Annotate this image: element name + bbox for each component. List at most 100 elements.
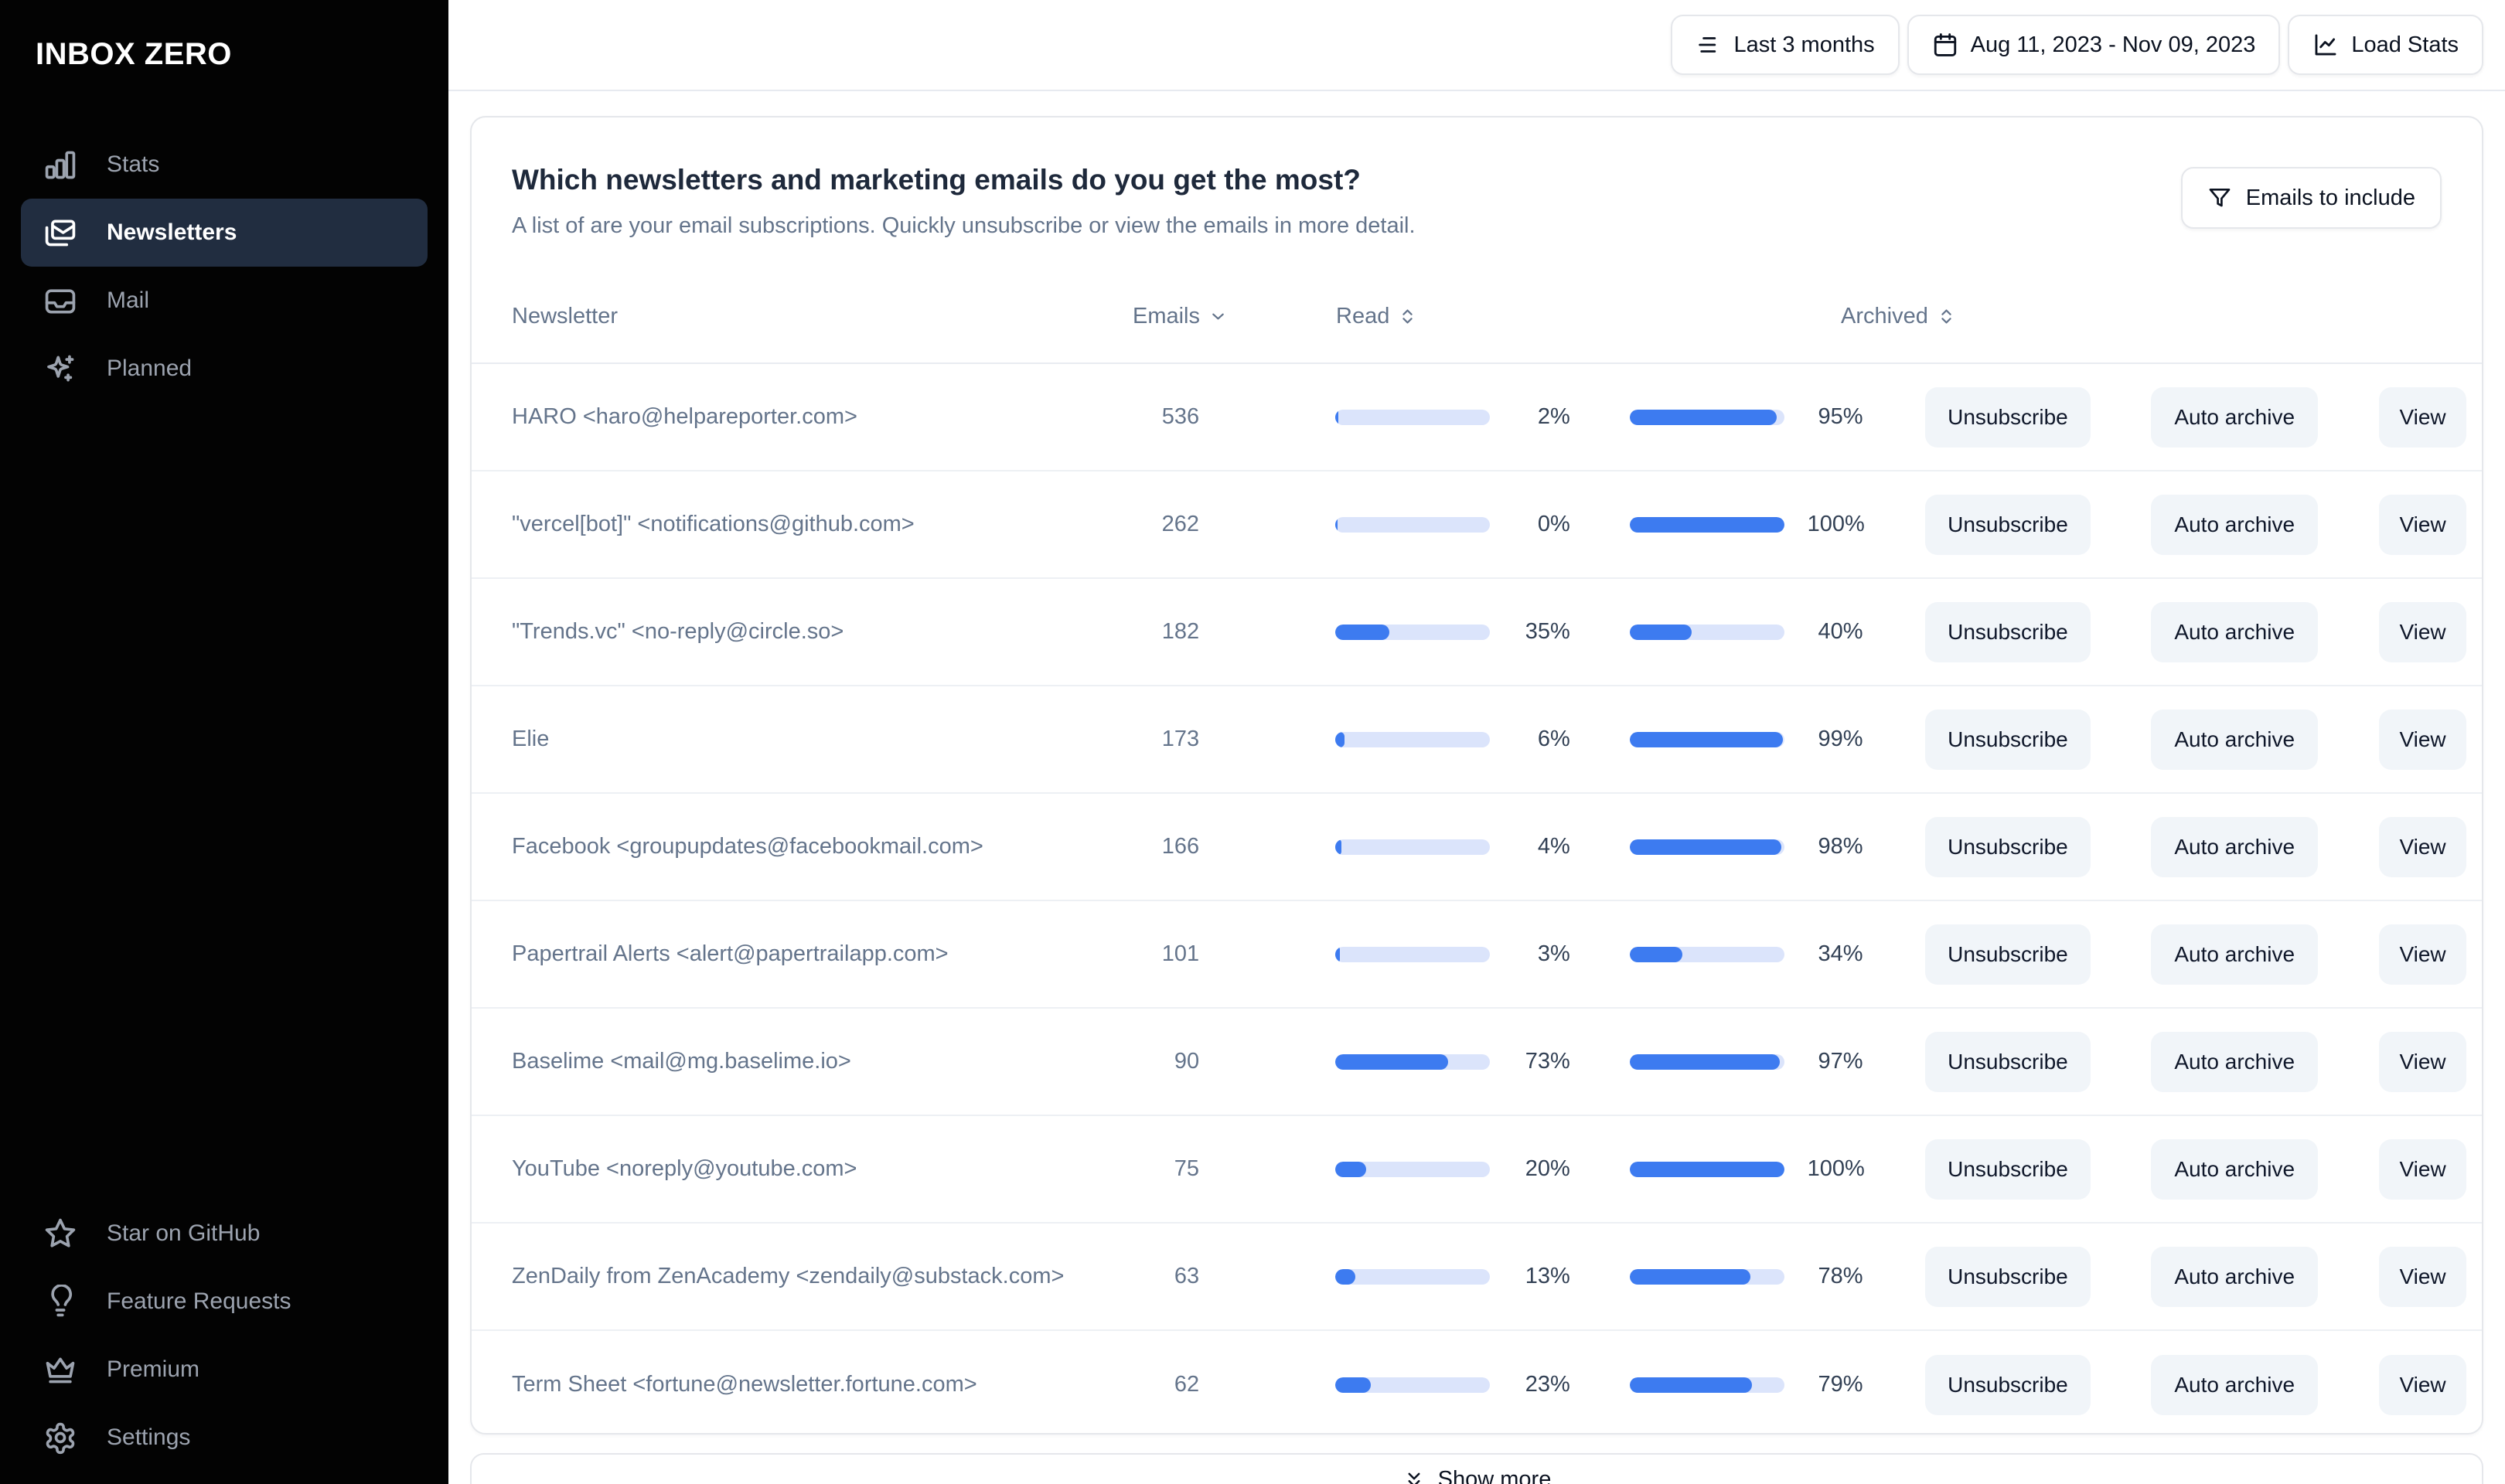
view-button[interactable]: View xyxy=(2379,1139,2467,1200)
column-header-emails[interactable]: Emails xyxy=(1133,304,1224,329)
newsletter-name: ZenDaily from ZenAcademy <zendaily@subst… xyxy=(512,1264,1065,1288)
sidebar-item-label: Premium xyxy=(107,1356,200,1382)
sidebar-item-planned[interactable]: Planned xyxy=(21,335,428,403)
read-percent: 4% xyxy=(1537,834,1570,859)
unsubscribe-button[interactable]: Unsubscribe xyxy=(1924,1246,2091,1307)
emails-to-include-label: Emails to include xyxy=(2245,185,2415,210)
archived-percent: 100% xyxy=(1807,1156,1865,1181)
unsubscribe-button[interactable]: Unsubscribe xyxy=(1924,494,2091,555)
view-button[interactable]: View xyxy=(2379,816,2466,877)
read-progress-bar xyxy=(1335,839,1490,855)
sidebar-item-feature-requests[interactable]: Feature Requests xyxy=(21,1268,428,1336)
auto-archive-button[interactable]: Auto archive xyxy=(2151,1246,2319,1307)
read-progress-bar xyxy=(1335,516,1490,533)
view-button[interactable]: View xyxy=(2379,386,2466,448)
emails-count: 75 xyxy=(1174,1156,1200,1181)
sidebar-item-newsletters[interactable]: Newsletters xyxy=(21,199,428,267)
mails-icon xyxy=(45,220,76,247)
emails-count: 536 xyxy=(1161,404,1200,429)
archived-progress-bar xyxy=(1629,1053,1784,1070)
view-button[interactable]: View xyxy=(2379,1031,2466,1092)
lightbulb-icon xyxy=(51,1285,73,1317)
read-percent: 0% xyxy=(1537,512,1570,536)
read-percent: 20% xyxy=(1525,1156,1570,1181)
archived-progress-bar xyxy=(1629,624,1784,640)
show-more-button[interactable]: Show more xyxy=(470,1453,2483,1484)
gear-icon xyxy=(46,1422,75,1455)
view-button[interactable]: View xyxy=(2379,924,2466,985)
filter-lines-icon xyxy=(1698,37,1716,53)
unsubscribe-button[interactable]: Unsubscribe xyxy=(1924,601,2091,662)
unsubscribe-button[interactable]: Unsubscribe xyxy=(1924,924,2091,985)
read-progress-bar xyxy=(1335,1268,1490,1285)
read-percent: 2% xyxy=(1537,404,1570,429)
sidebar-item-label: Star on GitHub xyxy=(107,1220,261,1246)
auto-archive-button[interactable]: Auto archive xyxy=(2151,1354,2319,1415)
view-button[interactable]: View xyxy=(2379,494,2467,555)
emails-count: 101 xyxy=(1161,941,1200,966)
sidebar-item-premium[interactable]: Premium xyxy=(21,1336,428,1404)
page-title: Which newsletters and marketing emails d… xyxy=(512,164,1361,196)
emails-count: 166 xyxy=(1161,834,1200,859)
archived-progress-bar xyxy=(1629,946,1784,962)
archived-percent: 40% xyxy=(1818,619,1863,644)
main-area: Last 3 months Aug 11, 2023 - Nov 09, 202… xyxy=(448,0,2505,1484)
auto-archive-button[interactable]: Auto archive xyxy=(2151,709,2319,770)
archived-progress-bar xyxy=(1629,409,1784,425)
table-row: ZenDaily from ZenAcademy <zendaily@subst… xyxy=(472,1224,2482,1331)
auto-archive-button[interactable]: Auto archive xyxy=(2151,601,2319,662)
sidebar-item-label: Mail xyxy=(107,288,150,313)
chevrons-down-icon xyxy=(1408,1472,1420,1484)
table-row: Baselime <mail@mg.baselime.io> 90 73% 97… xyxy=(472,1009,2482,1116)
view-button[interactable]: View xyxy=(2379,601,2466,662)
auto-archive-button[interactable]: Auto archive xyxy=(2151,816,2319,877)
sidebar-item-settings[interactable]: Settings xyxy=(21,1404,428,1472)
sidebar-item-star-on-github[interactable]: Star on GitHub xyxy=(21,1200,428,1268)
auto-archive-button[interactable]: Auto archive xyxy=(2151,1031,2319,1092)
unsubscribe-button[interactable]: Unsubscribe xyxy=(1924,816,2091,877)
view-button[interactable]: View xyxy=(2379,1246,2466,1307)
sidebar-item-label: Newsletters xyxy=(107,220,237,245)
app-logo: INBOX ZERO xyxy=(36,37,232,71)
sidebar-nav: Stats Newsletters Mail Planned xyxy=(0,131,448,403)
archived-percent: 78% xyxy=(1818,1264,1863,1288)
page-subtitle: A list of are your email subscriptions. … xyxy=(512,213,1416,238)
archived-progress-bar xyxy=(1629,731,1784,747)
inbox-icon xyxy=(45,289,76,314)
archived-progress-bar xyxy=(1629,516,1784,533)
table-row: HARO <haro@helpareporter.com> 536 2% 95%… xyxy=(472,364,2482,471)
column-header-archived[interactable]: Archived xyxy=(1841,304,1995,329)
show-more-label: Show more xyxy=(1437,1467,1552,1484)
read-progress-bar xyxy=(1335,409,1490,425)
auto-archive-button[interactable]: Auto archive xyxy=(2151,386,2319,448)
sidebar-item-stats[interactable]: Stats xyxy=(21,131,428,199)
auto-archive-button[interactable]: Auto archive xyxy=(2151,924,2319,985)
column-header-read[interactable]: Read xyxy=(1336,304,1491,329)
newsletter-name: Term Sheet <fortune@newsletter.fortune.c… xyxy=(512,1372,977,1397)
unsubscribe-button[interactable]: Unsubscribe xyxy=(1924,1354,2091,1415)
sidebar: INBOX ZERO Stats Newsletters Mail Planned S… xyxy=(0,0,448,1484)
chevrons-up-down-icon xyxy=(1402,309,1413,323)
unsubscribe-button[interactable]: Unsubscribe xyxy=(1924,1031,2091,1092)
archived-percent: 98% xyxy=(1818,834,1863,859)
read-progress-bar xyxy=(1335,624,1490,640)
view-button[interactable]: View xyxy=(2379,1354,2466,1415)
sidebar-item-label: Planned xyxy=(107,356,193,381)
unsubscribe-button[interactable]: Unsubscribe xyxy=(1924,709,2091,770)
content-area: Which newsletters and marketing emails d… xyxy=(448,91,2505,1484)
unsubscribe-button[interactable]: Unsubscribe xyxy=(1924,1139,2091,1200)
sidebar-item-mail[interactable]: Mail xyxy=(21,267,428,335)
date-range-preset-button[interactable]: Last 3 months xyxy=(1670,15,1900,75)
calendar-icon xyxy=(1934,33,1956,56)
auto-archive-button[interactable]: Auto archive xyxy=(2151,1139,2319,1200)
archived-percent: 34% xyxy=(1818,941,1863,966)
unsubscribe-button[interactable]: Unsubscribe xyxy=(1924,386,2091,448)
read-progress-bar xyxy=(1335,1053,1490,1070)
read-percent: 73% xyxy=(1525,1049,1570,1074)
load-stats-button[interactable]: Load Stats xyxy=(2288,15,2483,75)
emails-to-include-button[interactable]: Emails to include xyxy=(2180,167,2442,229)
auto-archive-button[interactable]: Auto archive xyxy=(2151,494,2319,555)
date-range-picker-button[interactable]: Aug 11, 2023 - Nov 09, 2023 xyxy=(1907,15,2281,75)
view-button[interactable]: View xyxy=(2379,709,2466,770)
sidebar-item-label: Stats xyxy=(107,151,160,177)
